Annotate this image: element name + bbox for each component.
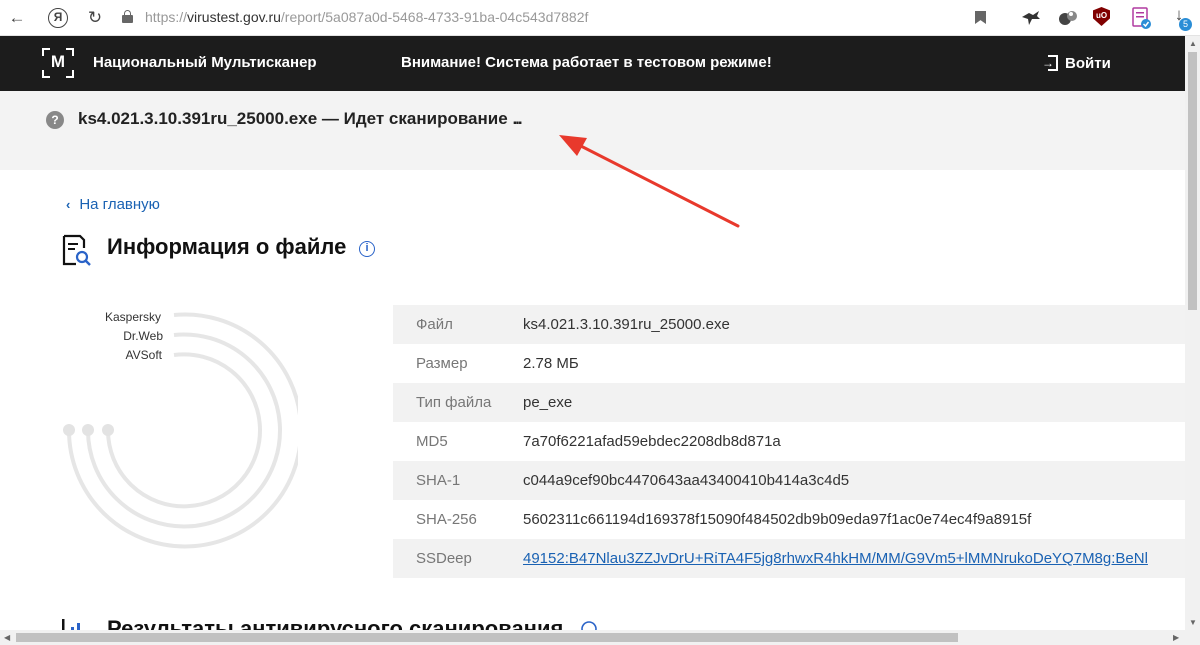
row-key: SHA-1 <box>416 472 461 489</box>
ssdeep-link[interactable]: 49152:B47Nlau3ZZJvDrU+RiTA4F5jg8rhwxR4hk… <box>523 550 1185 567</box>
reload-icon[interactable]: ↻ <box>84 7 106 29</box>
scan-progress-dots: ... <box>512 109 522 128</box>
scroll-up-icon[interactable]: ▲ <box>1189 39 1197 48</box>
browser-toolbar: ← Я ↻ https://virustest.gov.ru/report/5a… <box>0 0 1200 36</box>
row-value: pe_exe <box>523 394 573 411</box>
multiscanner-logo-icon[interactable]: М <box>42 48 74 78</box>
extension-circles-icon[interactable] <box>1057 8 1079 28</box>
table-row: SSDeep 49152:B47Nlau3ZZJvDrU+RiTA4F5jg8r… <box>393 539 1185 578</box>
extension-clipboard-icon[interactable] <box>1130 6 1152 30</box>
scan-message: Идет сканирование <box>343 109 508 128</box>
row-key: SHA-256 <box>416 511 477 528</box>
scroll-right-icon[interactable]: ▶ <box>1173 633 1179 642</box>
extension-bird-icon[interactable] <box>1020 8 1042 28</box>
row-key: Размер <box>416 355 468 372</box>
back-to-home-link[interactable]: ‹ На главную <box>66 196 160 213</box>
annotation-arrow-icon <box>559 135 740 228</box>
back-link-label: На главную <box>79 196 160 213</box>
ring-dot-avsoft <box>102 424 114 436</box>
page-title: Информация о файле <box>107 234 347 259</box>
table-row: Размер 2.78 МБ <box>393 344 1185 383</box>
info-icon[interactable]: i <box>359 241 375 257</box>
address-bar[interactable]: https://virustest.gov.ru/report/5a087a0d… <box>145 9 588 25</box>
horizontal-scroll-thumb[interactable] <box>16 633 958 642</box>
scan-progress-rings <box>63 312 298 549</box>
table-row: SHA-256 5602311c661194d169378f15090f4845… <box>393 500 1185 539</box>
scroll-down-icon[interactable]: ▼ <box>1189 618 1197 627</box>
ring-avsoft <box>105 352 262 509</box>
table-row: Файл ks4.021.3.10.391ru_25000.exe <box>393 305 1185 344</box>
site-header: М Национальный Мультисканер Внимание! Си… <box>0 36 1185 91</box>
row-key: Тип файла <box>416 394 492 411</box>
row-key: SSDeep <box>416 550 472 567</box>
scan-separator: — <box>321 109 339 128</box>
vertical-scrollbar[interactable]: ▲ ▼ <box>1185 36 1200 631</box>
test-mode-warning: Внимание! Система работает в тестовом ре… <box>401 54 772 71</box>
ring-dot-drweb <box>82 424 94 436</box>
login-label: Войти <box>1065 54 1111 72</box>
lock-icon[interactable] <box>122 10 133 23</box>
ublock-icon[interactable]: uO <box>1093 7 1110 26</box>
row-value: 7a70f6221afad59ebdec2208db8d871a <box>523 433 781 450</box>
site-name[interactable]: Национальный Мультисканер <box>93 54 317 71</box>
login-button[interactable]: → Войти <box>1042 50 1111 76</box>
horizontal-scrollbar[interactable]: ◀ ▶ <box>0 630 1200 645</box>
table-row: SHA-1 c044a9cef90bc4470643aa43400410b414… <box>393 461 1185 500</box>
table-row: MD5 7a70f6221afad59ebdec2208db8d871a <box>393 422 1185 461</box>
back-arrow-icon[interactable]: ← <box>6 7 28 29</box>
download-count-badge: 5 <box>1179 18 1192 31</box>
url-domain: virustest.gov.ru <box>187 9 281 25</box>
scan-status-text: ks4.021.3.10.391ru_25000.exe — Идет скан… <box>78 109 523 129</box>
url-path: /report/5a087a0d-5468-4733-91ba-04c543d7… <box>280 9 589 25</box>
row-value: ks4.021.3.10.391ru_25000.exe <box>523 316 730 333</box>
row-value: 2.78 МБ <box>523 355 579 372</box>
url-prefix: https:// <box>145 9 188 25</box>
question-icon: ? <box>46 111 64 129</box>
ring-dot-kaspersky <box>63 424 75 436</box>
bookmark-icon[interactable] <box>975 11 986 24</box>
ring-drweb <box>85 332 282 529</box>
file-info-table: Файл ks4.021.3.10.391ru_25000.exe Размер… <box>393 305 1185 578</box>
login-icon: → <box>1042 55 1058 71</box>
scan-filename: ks4.021.3.10.391ru_25000.exe <box>78 109 318 128</box>
row-key: Файл <box>416 316 453 333</box>
scroll-left-icon[interactable]: ◀ <box>4 633 10 642</box>
chevron-left-icon: ‹ <box>66 197 71 212</box>
row-key: MD5 <box>416 433 448 450</box>
vertical-scroll-thumb[interactable] <box>1188 52 1197 310</box>
yandex-icon[interactable]: Я <box>48 8 68 28</box>
file-search-icon <box>62 234 91 266</box>
row-value: 5602311c661194d169378f15090f484502db9b09… <box>523 511 1032 528</box>
logo-letter: М <box>50 52 66 71</box>
table-row: Тип файла pe_exe <box>393 383 1185 422</box>
row-value: c044a9cef90bc4470643aa43400410b414a3c4d5 <box>523 472 850 489</box>
